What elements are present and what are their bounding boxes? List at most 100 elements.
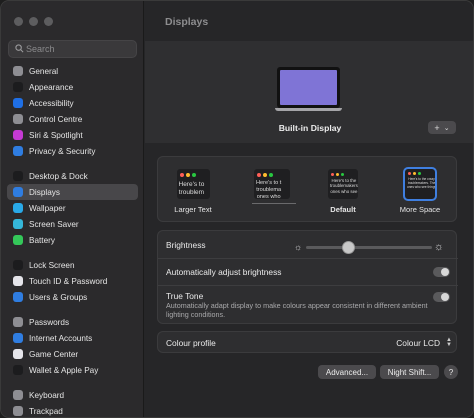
sidebar-item-internet-accounts[interactable]: Internet Accounts (7, 330, 138, 346)
resolution-options: Here's to troublem Larger Text Here's to… (157, 156, 457, 222)
up-down-chevron-icon: ▲ ▼ (446, 336, 452, 348)
true-tone-description: Automatically adapt display to make colo… (166, 301, 428, 319)
passwords-key-icon (13, 317, 23, 327)
sidebar-item-desktop-dock[interactable]: Desktop & Dock (7, 168, 138, 184)
sidebar-item-battery[interactable]: Battery (7, 232, 138, 248)
resolution-preview: Here's to the crazy troublemakers. The o… (403, 167, 437, 201)
sidebar-item-label: General (29, 66, 59, 76)
colour-profile-row: Colour profile Colour LCD ▲ ▼ (158, 329, 458, 356)
zoom-window-button[interactable] (44, 17, 53, 26)
brightness-label: Brightness (166, 239, 206, 250)
display-name: Built-in Display (278, 123, 342, 133)
close-window-button[interactable] (14, 17, 23, 26)
game-center-icon (13, 349, 23, 359)
screen-saver-icon (13, 219, 23, 229)
help-button[interactable]: ? (444, 365, 458, 379)
sidebar-item-game-center[interactable]: Game Center (7, 346, 138, 362)
sidebar-item-trackpad[interactable]: Trackpad (7, 403, 138, 417)
brightness-row: Brightness ☼ ☼ (158, 231, 458, 258)
built-in-display-image[interactable] (275, 67, 342, 112)
sidebar-item-general[interactable]: General (7, 63, 138, 79)
main-pane: Displays Built-in Display + ⌄ Here's to … (145, 1, 473, 417)
battery-icon (13, 235, 23, 245)
control-centre-icon (13, 114, 23, 124)
true-tone-row: True Tone Automatically adapt display to… (158, 285, 458, 325)
sidebar-item-keyboard[interactable]: Keyboard (7, 387, 138, 403)
advanced-button[interactable]: Advanced... (318, 365, 376, 379)
slider-knob[interactable] (341, 241, 355, 254)
sidebar-item-accessibility[interactable]: Accessibility (7, 95, 138, 111)
sidebar-item-label: Appearance (29, 82, 74, 92)
add-display-label: + (434, 122, 440, 133)
resolution-default[interactable]: Here's to the troublemakers ones who see… (323, 169, 363, 214)
resolution-divider (252, 203, 296, 204)
keyboard-icon (13, 390, 23, 400)
wallpaper-icon (13, 203, 23, 213)
colour-profile-select[interactable]: Colour LCD (396, 338, 440, 348)
sidebar-item-control-centre[interactable]: Control Centre (7, 111, 138, 127)
sidebar-item-privacy-security[interactable]: Privacy & Security (7, 143, 138, 159)
sidebar-item-label: Siri & Spotlight (29, 130, 83, 140)
search-input[interactable] (26, 41, 134, 57)
siri-icon (13, 130, 23, 140)
true-tone-label: True Tone (166, 291, 204, 301)
colour-profile-label: Colour profile (166, 337, 216, 348)
resolution-preview: Here's to the troublemakers ones who see (328, 169, 358, 199)
add-display-button[interactable]: + ⌄ (428, 121, 456, 134)
sidebar-item-label: Control Centre (29, 114, 83, 124)
sidebar-item-label: Desktop & Dock (29, 171, 88, 181)
brightness-slider[interactable]: ☼ ☼ (294, 241, 444, 254)
sidebar-item-label: Wallet & Apple Pay (29, 365, 99, 375)
page-title: Displays (165, 16, 209, 28)
resolution-more-space[interactable]: Here's to the crazy troublemakers. The o… (397, 167, 443, 214)
internet-accounts-icon (13, 333, 23, 343)
sidebar-item-screen-saver[interactable]: Screen Saver (7, 216, 138, 232)
sidebar-nav: General Appearance Accessibility Control Ce… (7, 63, 138, 417)
sidebar-group-separator (7, 248, 138, 257)
brightness-settings: Brightness ☼ ☼ Automatically adjust brig… (157, 230, 458, 325)
wallet-icon (13, 365, 23, 375)
wallpaper-preview (280, 70, 337, 105)
resolution-larger-text[interactable]: Here's to troublem Larger Text (173, 169, 213, 214)
sidebar-item-lock-screen[interactable]: Lock Screen (7, 257, 138, 273)
resolution-option-2[interactable]: Here's to t troublema ones who (252, 169, 296, 204)
users-groups-icon (13, 292, 23, 302)
sidebar-item-appearance[interactable]: Appearance (7, 79, 138, 95)
sidebar-item-touch-id-password[interactable]: Touch ID & Password (7, 273, 138, 289)
sidebar-item-label: Trackpad (29, 406, 63, 416)
auto-brightness-row: Automatically adjust brightness (158, 258, 458, 285)
search-box[interactable] (8, 40, 137, 58)
colour-profile-card: Colour profile Colour LCD ▲ ▼ (157, 331, 457, 353)
sun-large-icon: ☼ (433, 241, 444, 253)
sidebar-group-separator (7, 378, 138, 387)
resolution-label: Default (330, 205, 356, 214)
sidebar-item-label: Privacy & Security (29, 146, 96, 156)
sidebar-item-wallpaper[interactable]: Wallpaper (7, 200, 138, 216)
sidebar-item-label: Passwords (29, 317, 70, 327)
resolution-preview: Here's to troublem (176, 169, 210, 199)
auto-brightness-label: Automatically adjust brightness (166, 267, 282, 277)
night-shift-button[interactable]: Night Shift... (380, 365, 439, 379)
resolution-label: More Space (399, 205, 441, 214)
sidebar-item-label: Battery (29, 235, 55, 245)
sidebar: General Appearance Accessibility Control Ce… (1, 1, 144, 417)
search-icon (15, 44, 24, 53)
preview-text: Here's to the crazy troublemakers. The o… (407, 177, 435, 189)
sidebar-group-separator (7, 305, 138, 314)
sidebar-item-label: Keyboard (29, 390, 65, 400)
sidebar-item-passwords[interactable]: Passwords (7, 314, 138, 330)
sidebar-item-siri-spotlight[interactable]: Siri & Spotlight (7, 127, 138, 143)
accessibility-icon (13, 98, 23, 108)
sidebar-item-displays[interactable]: Displays (7, 184, 138, 200)
preview-text: Here's to troublem (178, 181, 205, 196)
preview-text: Here's to the troublemakers ones who see (330, 178, 358, 194)
window-controls (14, 17, 53, 26)
minimize-window-button[interactable] (29, 17, 38, 26)
settings-window: General Appearance Accessibility Control Ce… (0, 0, 474, 418)
general-icon (13, 66, 23, 76)
trackpad-icon (13, 406, 23, 416)
auto-brightness-toggle[interactable] (433, 267, 450, 277)
sidebar-item-label: Screen Saver (29, 219, 79, 229)
sidebar-item-wallet-apple-pay[interactable]: Wallet & Apple Pay (7, 362, 138, 378)
sidebar-item-users-groups[interactable]: Users & Groups (7, 289, 138, 305)
